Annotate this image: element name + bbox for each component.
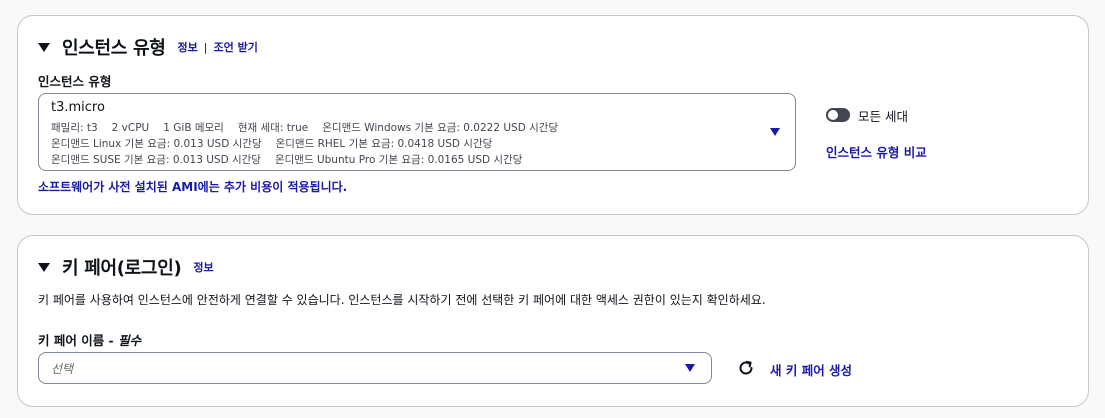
create-key-pair-link[interactable]: 새 키 페어 생성 bbox=[770, 360, 852, 379]
compare-instance-types-link[interactable]: 인스턴스 유형 비교 bbox=[826, 142, 927, 161]
instance-type-name: t3.micro bbox=[51, 100, 105, 115]
all-generations-toggle[interactable] bbox=[826, 108, 850, 122]
dropdown-arrow-icon[interactable] bbox=[685, 364, 695, 372]
linux-price: 온디맨드 Linux 기본 요금: 0.013 USD 시간당 bbox=[51, 138, 262, 150]
instance-current-gen: 현재 세대: true bbox=[237, 122, 309, 134]
suse-price: 온디맨드 SUSE 기본 요금: 0.013 USD 시간당 bbox=[51, 154, 261, 166]
dropdown-arrow-icon[interactable] bbox=[770, 128, 780, 136]
key-pair-placeholder: 선택 bbox=[51, 362, 74, 376]
collapse-caret-icon[interactable] bbox=[38, 262, 50, 272]
rhel-price: 온디맨드 RHEL 기본 요금: 0.0418 USD 시간당 bbox=[275, 138, 493, 150]
instance-details-line2: 온디맨드 Linux 기본 요금: 0.013 USD 시간당 온디맨드 RHEL… bbox=[51, 136, 506, 151]
all-generations-label: 모든 세대 bbox=[858, 109, 908, 124]
ami-cost-note: 소프트웨어가 사전 설치된 AMI에는 추가 비용이 적용됩니다. bbox=[38, 180, 348, 194]
instance-memory: 1 GiB 메모리 bbox=[163, 122, 224, 134]
instance-type-header[interactable]: 인스턴스 유형 정보 | 조언 받기 bbox=[38, 34, 258, 60]
instance-type-title: 인스턴스 유형 bbox=[62, 38, 166, 59]
key-pair-label-text: 키 페어 이름 bbox=[38, 333, 105, 348]
refresh-icon[interactable] bbox=[736, 358, 756, 378]
instance-details-line1: 패밀리: t3 2 vCPU 1 GiB 메모리 현재 세대: true 온디맨드 Wi… bbox=[51, 120, 572, 135]
instance-type-field-label: 인스턴스 유형 bbox=[38, 74, 112, 89]
key-pair-title: 키 페어(로그인) bbox=[62, 258, 182, 279]
link-separator: | bbox=[203, 40, 208, 54]
key-pair-description: 키 페어를 사용하여 인스턴스에 안전하게 연결할 수 있습니다. 인스턴스를 … bbox=[38, 293, 766, 307]
key-pair-header[interactable]: 키 페어(로그인) 정보 bbox=[38, 254, 214, 280]
ubuntu-pro-price: 온디맨드 Ubuntu Pro 기본 요금: 0.0165 USD 시간당 bbox=[274, 154, 523, 166]
collapse-caret-icon[interactable] bbox=[38, 42, 50, 52]
instance-type-panel: 인스턴스 유형 정보 | 조언 받기 인스턴스 유형 t3.micro 패밀리:… bbox=[17, 15, 1089, 215]
key-pair-field-label: 키 페어 이름 - 필수 bbox=[38, 330, 141, 349]
info-link[interactable]: 정보 bbox=[178, 39, 198, 55]
instance-type-links: 정보 | 조언 받기 bbox=[178, 39, 258, 55]
required-marker: - 필수 bbox=[104, 333, 142, 348]
instance-vcpu: 2 vCPU bbox=[111, 122, 150, 134]
advice-link[interactable]: 조언 받기 bbox=[214, 39, 258, 55]
instance-type-select[interactable]: t3.micro 패밀리: t3 2 vCPU 1 GiB 메모리 현재 세대: tr… bbox=[38, 93, 796, 171]
instance-family: 패밀리: t3 bbox=[51, 122, 98, 134]
key-pair-links: 정보 bbox=[193, 259, 213, 275]
windows-price: 온디맨드 Windows 기본 요금: 0.0222 USD 시간당 bbox=[322, 122, 559, 134]
toggle-knob bbox=[828, 110, 838, 120]
info-link[interactable]: 정보 bbox=[193, 259, 213, 275]
key-pair-select[interactable]: 선택 bbox=[38, 352, 712, 384]
instance-details-line3: 온디맨드 SUSE 기본 요금: 0.013 USD 시간당 온디맨드 Ubunt… bbox=[51, 152, 536, 167]
key-pair-panel: 키 페어(로그인) 정보 키 페어를 사용하여 인스턴스에 안전하게 연결할 수… bbox=[17, 235, 1089, 407]
